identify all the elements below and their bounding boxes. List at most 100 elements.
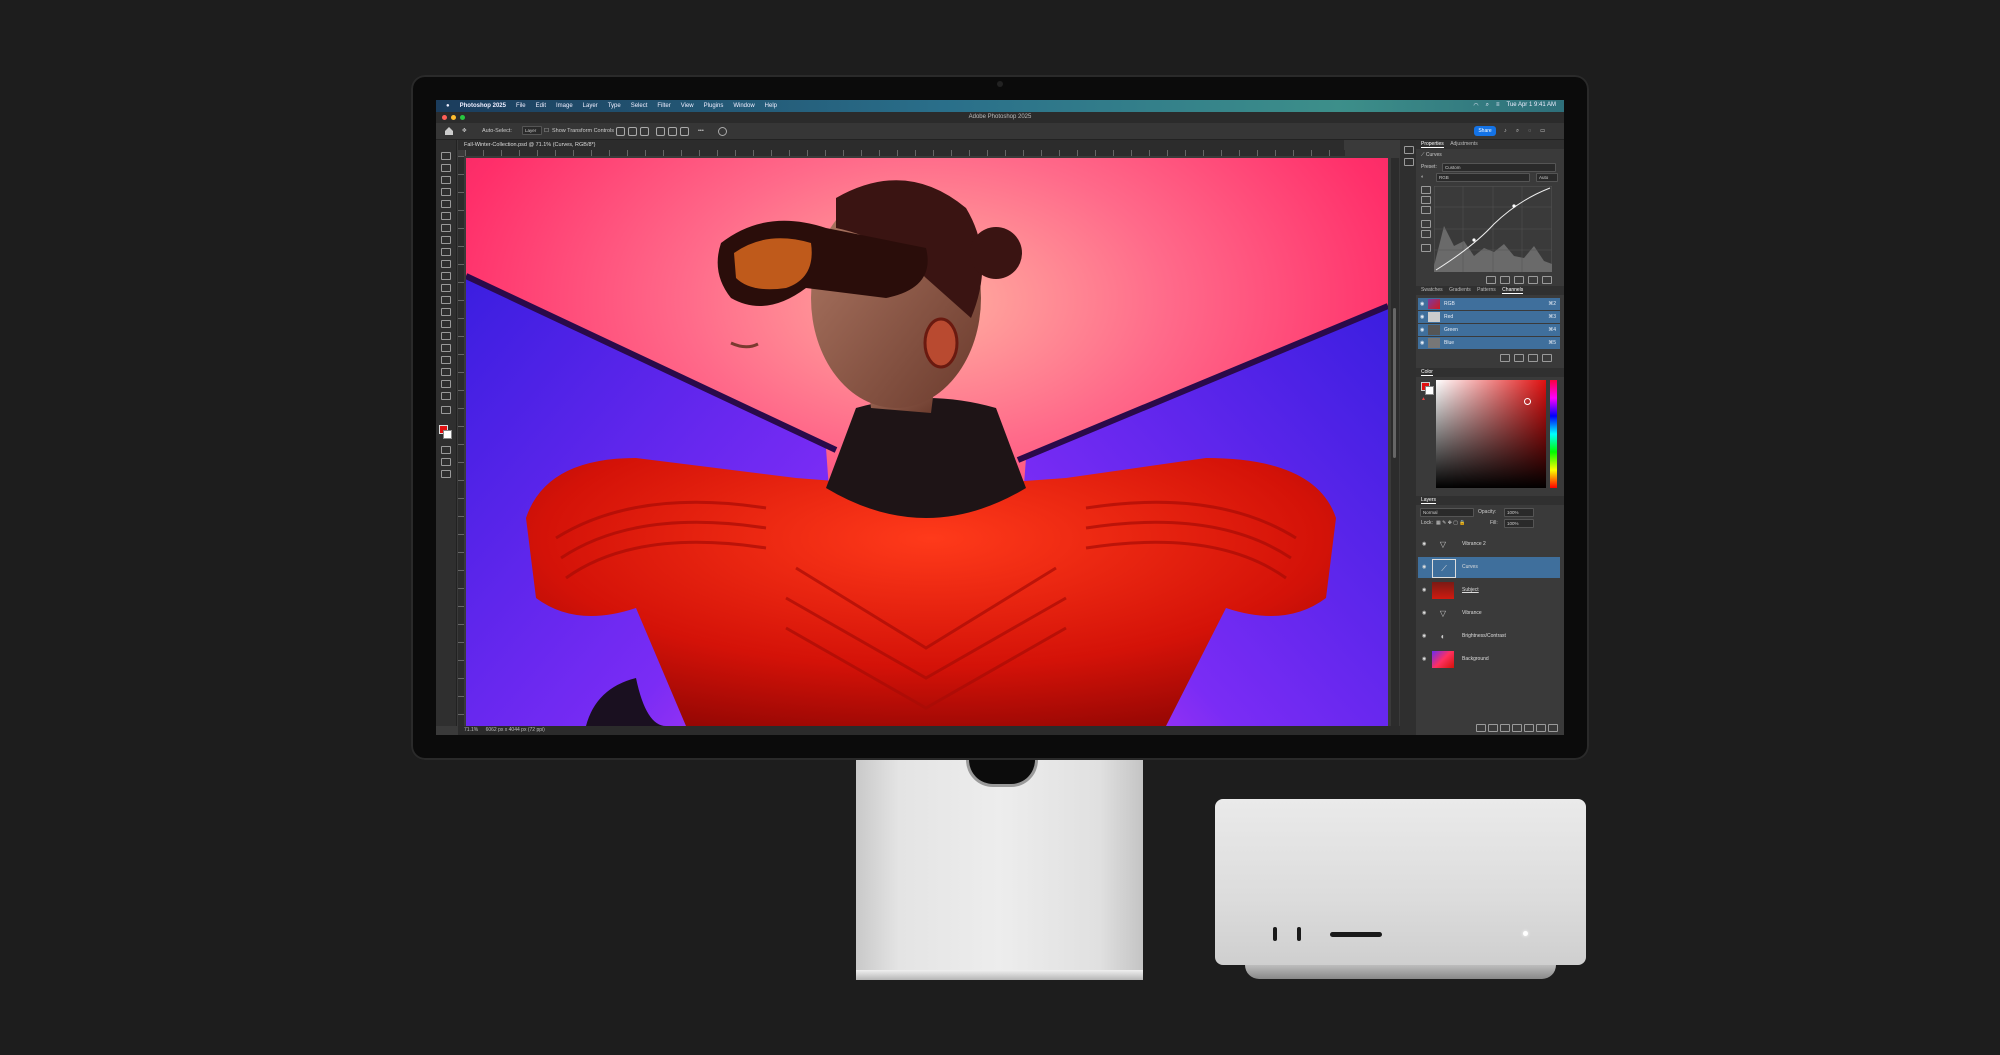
workspace-icon[interactable]: ▭ [1540,128,1545,134]
fx-icon[interactable] [1488,724,1498,732]
preset-dropdown[interactable]: Custom [1442,163,1556,172]
menu-file[interactable]: File [516,103,526,109]
home-icon[interactable] [444,126,454,136]
close-button[interactable] [442,115,447,120]
frame-tool-icon[interactable] [441,212,451,220]
eye-icon[interactable]: ◉ [1422,534,1426,555]
zoom-button[interactable] [460,115,465,120]
visibility-icon[interactable] [1528,276,1538,284]
channel-row-green[interactable]: ◉ Green ⌘4 [1418,324,1560,336]
tab-patterns[interactable]: Patterns [1477,287,1496,293]
eye-icon[interactable]: ◉ [1422,603,1426,624]
menu-type[interactable]: Type [608,103,621,109]
more-icon[interactable]: ••• [698,128,704,134]
curves-graph[interactable] [1434,186,1552,272]
more-tools-icon[interactable] [441,406,451,414]
move-tool-icon[interactable]: ✥ [462,128,467,134]
path-select-tool-icon[interactable] [441,356,451,364]
menu-help[interactable]: Help [765,103,777,109]
channel-dropdown[interactable]: RGB [1436,173,1530,182]
layer-row[interactable]: ◉ ▽ Vibrance 2 [1418,534,1560,555]
distribute-h-icon[interactable] [680,127,689,136]
new-channel-icon[interactable] [1528,354,1538,362]
distribute-v-icon[interactable] [668,127,677,136]
tab-color[interactable]: Color [1421,369,1433,376]
control-center-icon[interactable]: ≡ [1496,102,1500,109]
tab-channels[interactable]: Channels [1502,287,1524,294]
eye-icon[interactable]: ◉ [1422,580,1426,601]
zoom-tool-icon[interactable] [441,392,451,400]
align-left-icon[interactable] [616,127,625,136]
reset-icon[interactable] [1514,276,1524,284]
clip-icon[interactable] [1486,276,1496,284]
blur-tool-icon[interactable] [441,308,451,316]
menu-plugins[interactable]: Plugins [704,103,724,109]
document-canvas[interactable] [466,158,1388,726]
brush-tool-icon[interactable] [441,248,451,256]
eyedropper-tool-icon[interactable] [441,224,451,232]
layer-row[interactable]: ◉ Background [1418,649,1560,670]
type-tool-icon[interactable] [441,344,451,352]
save-selection-icon[interactable] [1514,354,1524,362]
object-select-tool-icon[interactable] [441,188,451,196]
blend-mode-dropdown[interactable]: Normal [1420,508,1474,517]
share-button[interactable]: Share [1474,126,1496,136]
channel-row-rgb[interactable]: ◉ RGB ⌘2 [1418,298,1560,310]
load-selection-icon[interactable] [1500,354,1510,362]
tab-properties[interactable]: Properties [1421,141,1444,148]
eraser-tool-icon[interactable] [441,284,451,292]
layer-row[interactable]: ◉ Subject [1418,580,1560,601]
eyedropper-gray-icon[interactable] [1421,196,1431,204]
auto-select-dropdown[interactable]: Layer [522,126,542,135]
stamp-tool-icon[interactable] [441,260,451,268]
menu-image[interactable]: Image [556,103,573,109]
tab-gradients[interactable]: Gradients [1449,287,1471,293]
eyedropper-black-icon[interactable] [1421,186,1431,194]
clock[interactable]: Tue Apr 1 9:41 AM [1507,102,1556,109]
menu-edit[interactable]: Edit [536,103,546,109]
channel-row-red[interactable]: ◉ Red ⌘3 [1418,311,1560,323]
lock-icons[interactable]: ▦ ✎ ✥ ▢ 🔒 [1436,520,1466,526]
layer-row[interactable]: ◉ ▽ Vibrance [1418,603,1560,624]
lightbulb-icon[interactable]: ◌ [1528,128,1531,134]
trash-icon[interactable] [1542,276,1552,284]
transform-checkbox[interactable]: ☐ [544,128,549,134]
warning-icon[interactable]: ▲ [1421,396,1426,402]
history-brush-tool-icon[interactable] [441,272,451,280]
align-right-icon[interactable] [640,127,649,136]
screen-mode-icon[interactable] [441,458,451,466]
lasso-tool-icon[interactable] [441,176,451,184]
color-background-swatch[interactable] [1425,386,1434,395]
menu-filter[interactable]: Filter [657,103,670,109]
distribute-icon[interactable] [656,127,665,136]
layer-row[interactable]: ◉ ◐ Brightness/Contrast [1418,626,1560,647]
fill-field[interactable]: 100% [1504,519,1534,528]
eye-icon[interactable]: ◉ [1422,557,1426,578]
quick-mask-icon[interactable] [441,446,451,454]
menu-layer[interactable]: Layer [583,103,598,109]
marquee-tool-icon[interactable] [441,164,451,172]
trash-icon[interactable] [1542,354,1552,362]
move-tool-icon[interactable] [441,152,451,160]
smooth-icon[interactable] [1421,244,1431,252]
tab-layers[interactable]: Layers [1421,497,1437,504]
minimize-button[interactable] [451,115,456,120]
menu-window[interactable]: Window [733,103,754,109]
channel-row-blue[interactable]: ◉ Blue ⌘5 [1418,337,1560,349]
color-picker-field[interactable] [1436,380,1546,488]
search-icon[interactable]: ⌕ [1486,102,1489,109]
wifi-icon[interactable]: ◠ [1473,102,1478,109]
mask-icon[interactable] [1500,724,1510,732]
gear-icon[interactable] [718,127,727,136]
hue-slider[interactable] [1550,380,1557,488]
link-icon[interactable] [1476,724,1486,732]
comment-icon[interactable] [1404,158,1414,166]
eye-icon[interactable]: ◉ [1420,298,1424,310]
document-tab[interactable]: Fall-Winter-Collection.psd @ 71.1% (Curv… [458,140,1344,150]
menu-select[interactable]: Select [631,103,648,109]
healing-tool-icon[interactable] [441,236,451,244]
opacity-field[interactable]: 100% [1504,508,1534,517]
history-icon[interactable] [1404,146,1414,154]
zoom-level[interactable]: 71.1% [464,727,478,733]
pen-tool-icon[interactable] [441,332,451,340]
